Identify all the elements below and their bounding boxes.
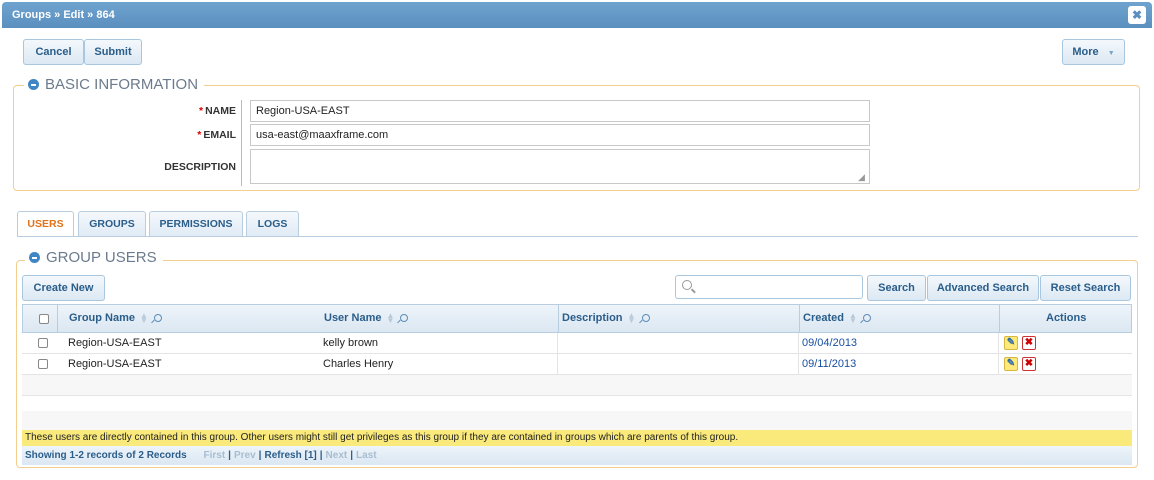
delete-x-icon[interactable]: ✖ — [1022, 336, 1036, 350]
tab-groups[interactable]: GROUPS — [78, 211, 146, 236]
basic-information-legend[interactable]: BASIC INFORMATION — [24, 76, 205, 93]
sort-icon[interactable]: ▲ ▼ — [386, 312, 394, 325]
last-page-link[interactable]: Last — [356, 450, 377, 461]
description-label: DESCRIPTION — [164, 161, 236, 173]
next-page-link[interactable]: Next — [326, 450, 348, 461]
filter-search-icon[interactable] — [862, 314, 871, 323]
name-label: * NAME — [198, 105, 236, 117]
window-title: Groups » Edit » 864 — [12, 9, 115, 21]
table-header: Group Name ▲ ▼ User Name ▲ ▼ Description ▲ ▼ C… — [22, 304, 1132, 333]
name-field[interactable]: Region-USA-EAST — [250, 100, 870, 122]
reset-search-button[interactable]: Reset Search — [1040, 275, 1131, 301]
first-page-link[interactable]: First — [204, 450, 226, 461]
submit-button[interactable]: Submit — [84, 39, 142, 65]
table-row[interactable]: Region-USA-EAST kelly brown 09/04/2013 ✎… — [22, 333, 1132, 354]
table-row[interactable]: Region-USA-EAST Charles Henry 09/11/2013… — [22, 354, 1132, 375]
delete-x-icon[interactable]: ✖ — [1022, 357, 1036, 371]
tab-logs[interactable]: LOGS — [246, 211, 299, 236]
group-name-cell: Region-USA-EAST — [68, 337, 162, 349]
prev-page-link[interactable]: Prev — [234, 450, 256, 461]
refresh-link[interactable]: Refresh [1] — [264, 450, 316, 461]
filter-search-icon[interactable] — [400, 314, 409, 323]
window-titlebar: Groups » Edit » 864 ✖ — [2, 2, 1152, 28]
collapse-icon[interactable] — [28, 79, 39, 90]
sort-icon[interactable]: ▲ ▼ — [849, 312, 857, 325]
basic-information-title: BASIC INFORMATION — [45, 76, 199, 93]
collapse-icon[interactable] — [29, 252, 40, 263]
filter-search-icon[interactable] — [641, 314, 650, 323]
info-note: These users are directly contained in th… — [22, 430, 1132, 446]
cancel-button[interactable]: Cancel — [23, 39, 84, 65]
row-checkbox[interactable] — [38, 338, 48, 348]
close-icon[interactable]: ✖ — [1128, 6, 1146, 24]
advanced-search-button[interactable]: Advanced Search — [927, 275, 1039, 301]
select-all-checkbox[interactable] — [39, 314, 49, 324]
filter-search-icon[interactable] — [154, 314, 163, 323]
description-field[interactable] — [250, 149, 870, 184]
column-description[interactable]: Description ▲ ▼ — [562, 305, 650, 332]
email-field[interactable]: usa-east@maaxframe.com — [250, 124, 870, 146]
column-created[interactable]: Created ▲ ▼ — [803, 305, 871, 332]
column-user-name[interactable]: User Name ▲ ▼ — [324, 305, 409, 332]
pager: Showing 1-2 records of 2 Records First | P… — [22, 446, 1132, 465]
user-name-cell: kelly brown — [323, 337, 379, 349]
more-label: More — [1072, 46, 1099, 58]
label-divider — [241, 100, 242, 186]
more-button[interactable]: More ▼ — [1062, 39, 1125, 65]
empty-row — [22, 411, 1132, 432]
created-cell: 09/04/2013 — [802, 337, 858, 349]
email-label: * EMAIL — [197, 129, 236, 141]
row-checkbox[interactable] — [38, 359, 48, 369]
group-users-legend[interactable]: GROUP USERS — [25, 249, 163, 266]
tab-users[interactable]: USERS — [17, 211, 74, 237]
search-input[interactable] — [675, 275, 863, 299]
required-mark: * — [198, 105, 204, 117]
column-group-name[interactable]: Group Name ▲ ▼ — [69, 305, 163, 332]
record-summary: Showing 1-2 records of 2 Records — [25, 450, 187, 461]
tab-underline — [17, 236, 1138, 237]
create-new-button[interactable]: Create New — [22, 275, 105, 301]
group-name-cell: Region-USA-EAST — [68, 358, 162, 370]
column-actions: Actions — [1046, 312, 1087, 324]
resize-handle-icon[interactable]: ◢ — [858, 172, 865, 183]
tab-permissions[interactable]: PERMISSIONS — [149, 211, 243, 236]
chevron-down-icon: ▼ — [1107, 50, 1115, 57]
edit-pencil-icon[interactable]: ✎ — [1004, 336, 1018, 350]
edit-pencil-icon[interactable]: ✎ — [1004, 357, 1018, 371]
group-users-title: GROUP USERS — [46, 249, 157, 266]
required-mark: * — [197, 129, 202, 141]
sort-icon[interactable]: ▲ ▼ — [628, 312, 636, 325]
search-button[interactable]: Search — [867, 275, 926, 301]
search-icon — [682, 280, 692, 290]
sort-icon[interactable]: ▲ ▼ — [140, 312, 148, 325]
created-cell: 09/11/2013 — [802, 358, 857, 370]
user-name-cell: Charles Henry — [323, 358, 394, 370]
